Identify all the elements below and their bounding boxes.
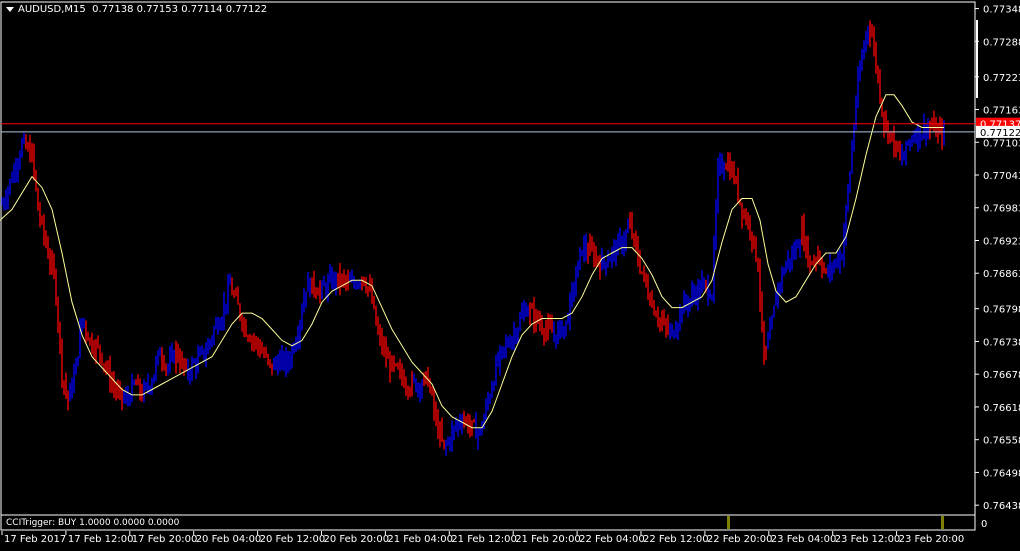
- price-tick-label: 0.77348: [983, 5, 1020, 16]
- time-tick-label: 23 Feb 12:00: [835, 534, 901, 545]
- price-tick-label: 0.76923: [983, 236, 1020, 247]
- price-tick-label: 0.76558: [983, 436, 1020, 447]
- price-tick-label: 0.76438: [983, 501, 1020, 512]
- price-tick-label: 0.76983: [983, 204, 1020, 215]
- time-tick-label: 22 Feb 12:00: [643, 534, 709, 545]
- trigger-bar: [727, 516, 730, 529]
- chart-header: AUDUSD,M15 0.77138 0.77153 0.77114 0.771…: [6, 4, 267, 15]
- price-tick-label: 0.76738: [983, 337, 1020, 348]
- price-scrollbar[interactable]: [976, 20, 978, 98]
- price-tick-label: 0.76498: [983, 468, 1020, 479]
- time-tick-label: 20 Feb 04:00: [196, 534, 262, 545]
- time-tick-label: 22 Feb 04:00: [579, 534, 645, 545]
- indicator-label: CCITrigger: BUY 1.0000 0.0000 0.0000: [6, 518, 180, 528]
- time-tick-label: 21 Feb 12:00: [451, 534, 517, 545]
- indicator-scale-label: 0: [981, 519, 987, 530]
- time-tick-label: 17 Feb 20:00: [132, 534, 198, 545]
- time-tick-label: 23 Feb 20:00: [899, 534, 965, 545]
- symbol-label: AUDUSD,M15: [18, 4, 86, 15]
- price-tick-label: 0.77163: [983, 106, 1020, 117]
- time-tick-label: 22 Feb 20:00: [707, 534, 773, 545]
- price-tick-label: 0.76618: [983, 403, 1020, 414]
- bid-price-label: 0.77122: [980, 128, 1020, 139]
- candles: [1, 20, 945, 456]
- price-tick-label: 0.76678: [983, 370, 1020, 381]
- price-tick-label: 0.77103: [983, 138, 1020, 149]
- time-tick-label: 21 Feb 04:00: [387, 534, 453, 545]
- trigger-bar: [941, 516, 944, 529]
- chevron-down-icon[interactable]: [6, 6, 14, 12]
- time-tick-label: 23 Feb 04:00: [771, 534, 837, 545]
- price-tick-label: 0.76798: [983, 305, 1020, 316]
- time-tick-label: 17 Feb 12:00: [68, 534, 134, 545]
- time-axis: 17 Feb 2017 17 Feb 12:0017 Feb 20:0020 Fe…: [1, 531, 965, 545]
- time-tick-label: 20 Feb 12:00: [260, 534, 326, 545]
- price-scale-axis: 0.77348 0.77288 0.77223 0.77163 0.77103 0.770…: [975, 5, 1020, 512]
- time-tick-label: 20 Feb 20:00: [324, 534, 390, 545]
- ohlc-values: 0.77138 0.77153 0.77114 0.77122: [92, 4, 268, 15]
- time-tick-label: 17 Feb 2017: [4, 534, 66, 545]
- price-lines: 0.771370.77122: [1, 117, 1020, 139]
- moving-average: [0, 94, 944, 429]
- time-tick-label: 21 Feb 20:00: [515, 534, 581, 545]
- ma-line: [0, 94, 944, 429]
- price-tick-label: 0.77288: [983, 37, 1020, 48]
- price-tick-label: 0.77043: [983, 171, 1020, 182]
- plot-frame: [0, 1, 976, 516]
- price-chart[interactable]: 0.77348 0.77288 0.77223 0.77163 0.77103 0.770…: [0, 0, 1020, 551]
- price-tick-label: 0.76863: [983, 269, 1020, 280]
- price-tick-label: 0.77223: [983, 73, 1020, 84]
